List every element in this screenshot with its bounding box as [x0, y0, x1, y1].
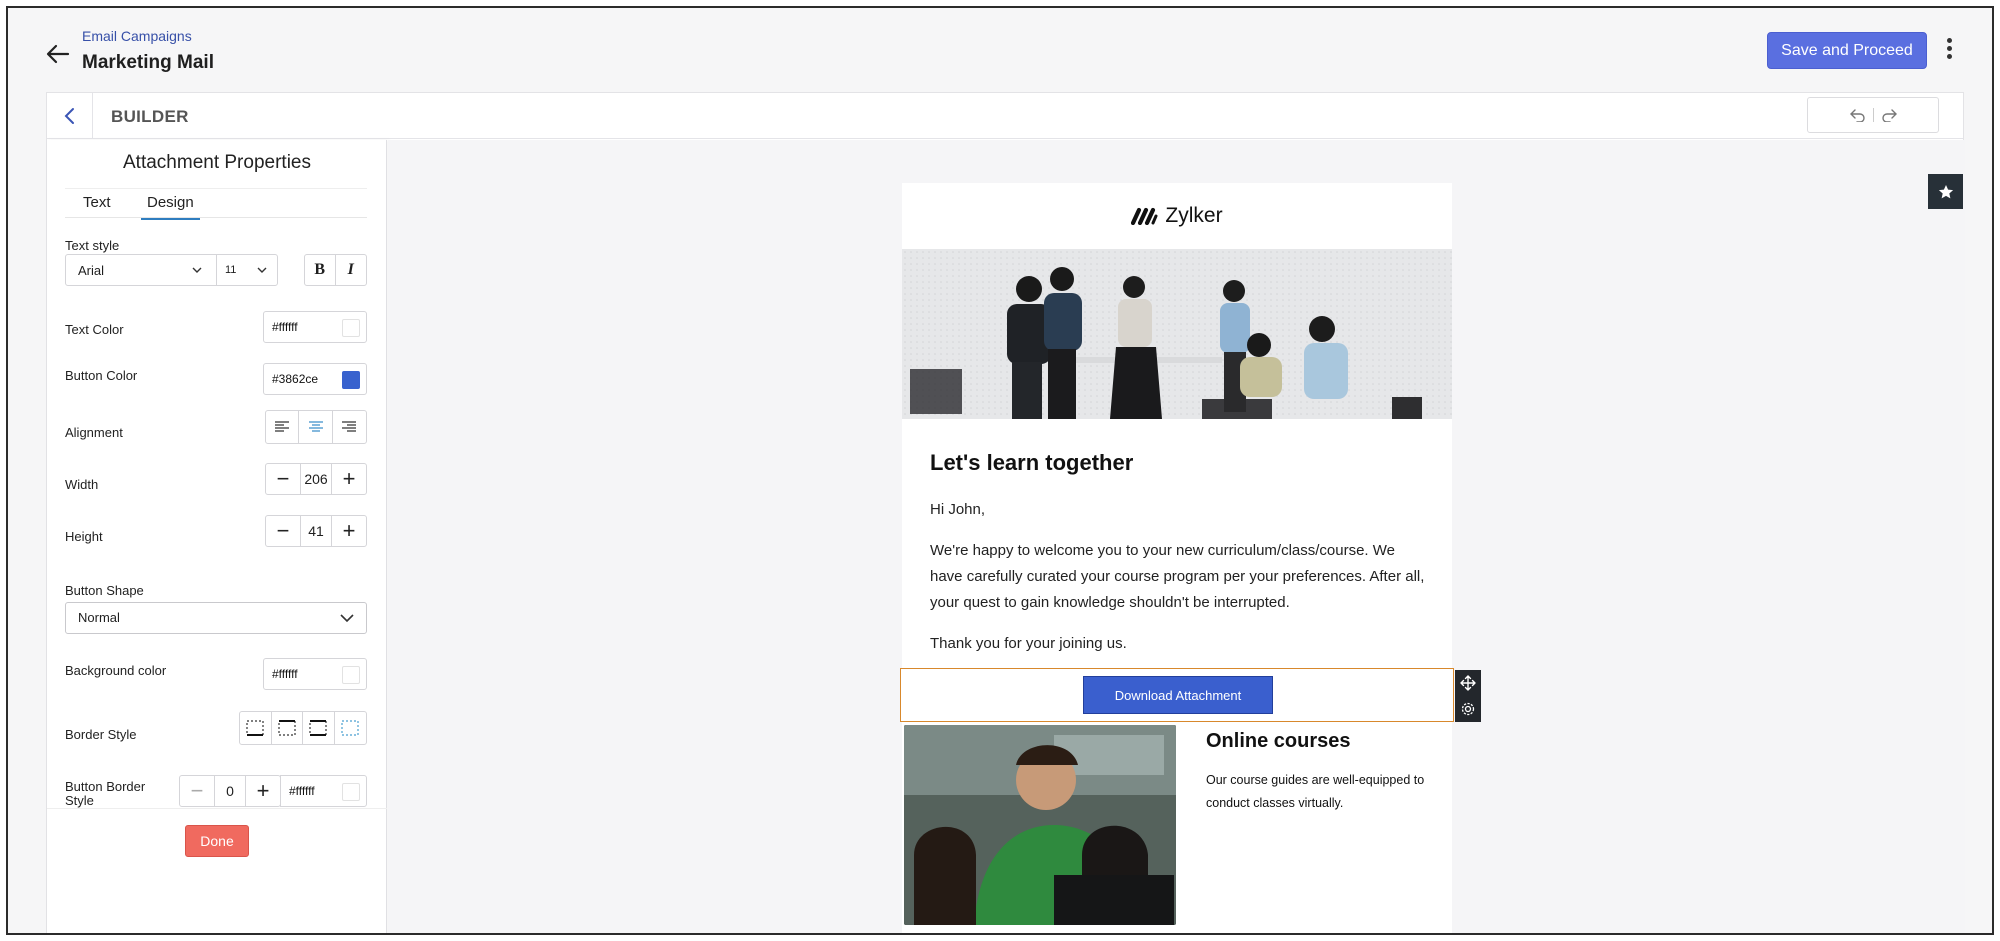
background-color-field[interactable]: #ffffff: [263, 658, 367, 690]
border-style-label: Border Style: [65, 727, 137, 742]
selected-button-block[interactable]: Download Attachment: [900, 668, 1454, 722]
height-label: Height: [65, 529, 103, 544]
tab-text[interactable]: Text: [83, 194, 111, 211]
chevron-down-icon: [192, 267, 202, 273]
border-color-swatch[interactable]: [342, 783, 360, 801]
more-options-icon[interactable]: [1941, 36, 1957, 66]
button-shape-label: Button Shape: [65, 583, 144, 598]
height-increment-button[interactable]: +: [332, 516, 366, 546]
width-increment-button[interactable]: +: [332, 464, 366, 494]
online-courses-image[interactable]: [904, 725, 1176, 925]
font-family-select[interactable]: Arial: [65, 254, 217, 286]
bold-button[interactable]: B: [305, 255, 336, 285]
alignment-group: [265, 410, 367, 444]
width-value[interactable]: 206: [300, 464, 332, 494]
undo-redo-group: [1807, 97, 1939, 133]
panel-title: Attachment Properties: [123, 152, 311, 173]
italic-button[interactable]: I: [336, 255, 366, 285]
gear-icon[interactable]: [1455, 696, 1481, 722]
chevron-left-icon: [64, 108, 74, 124]
divider: [47, 808, 387, 809]
page-title: Marketing Mail: [82, 52, 214, 73]
email-logo[interactable]: Zylker: [902, 183, 1452, 249]
font-size-select[interactable]: 11: [216, 254, 278, 286]
students-photo-image: [902, 249, 1452, 419]
border-top-solid-icon[interactable]: [272, 712, 303, 744]
border-none-icon[interactable]: [335, 712, 366, 744]
alignment-label: Alignment: [65, 425, 123, 440]
save-and-proceed-button[interactable]: Save and Proceed: [1767, 32, 1927, 69]
height-stepper: − 41 +: [265, 515, 367, 547]
download-attachment-button[interactable]: Download Attachment: [1083, 676, 1273, 714]
collapse-panel-button[interactable]: [47, 93, 93, 139]
border-increment-button[interactable]: +: [246, 776, 280, 806]
builder-title: BUILDER: [111, 107, 189, 126]
online-courses-title[interactable]: Online courses: [1206, 730, 1351, 753]
border-color-field[interactable]: #ffffff: [280, 775, 367, 807]
width-stepper: − 206 +: [265, 463, 367, 495]
properties-panel: Attachment Properties Text Design Text s…: [47, 140, 387, 933]
button-color-label: Button Color: [65, 368, 138, 383]
brand-name: Zylker: [1165, 204, 1223, 227]
width-label: Width: [65, 477, 99, 492]
border-bottom-solid-icon[interactable]: [240, 712, 272, 744]
button-color-field[interactable]: #3862ce: [263, 363, 367, 395]
text-format-group: B I: [304, 254, 367, 286]
border-style-group: [239, 711, 367, 745]
height-value[interactable]: 41: [300, 516, 332, 546]
align-center-icon[interactable]: [299, 411, 333, 443]
border-width-stepper: − 0 +: [179, 775, 281, 807]
email-body[interactable]: We're happy to welcome you to your new c…: [930, 538, 1430, 616]
email-thanks[interactable]: Thank you for your joining us.: [930, 631, 1430, 657]
back-arrow-icon[interactable]: [42, 38, 74, 70]
app-window: Email Campaigns Marketing Mail Save and …: [6, 6, 1994, 935]
undo-icon[interactable]: [1843, 101, 1873, 129]
width-decrement-button[interactable]: −: [266, 464, 300, 494]
border-top-bottom-icon[interactable]: [303, 712, 335, 744]
tab-design[interactable]: Design: [141, 194, 200, 220]
online-courses-text[interactable]: Our course guides are well-equipped to c…: [1206, 769, 1436, 815]
tutor-photo-image: [904, 725, 1176, 925]
redo-icon[interactable]: [1874, 101, 1904, 129]
panel-tabs: Text Design: [65, 188, 367, 220]
align-right-icon[interactable]: [333, 411, 366, 443]
top-header: Email Campaigns Marketing Mail Save and …: [8, 8, 1992, 92]
border-width-value[interactable]: 0: [214, 776, 246, 806]
text-style-label: Text style: [65, 238, 120, 253]
email-greeting[interactable]: Hi John,: [930, 497, 1430, 523]
height-decrement-button[interactable]: −: [266, 516, 300, 546]
text-color-field[interactable]: #ffffff: [263, 311, 367, 343]
chevron-down-icon: [257, 267, 267, 273]
hero-image[interactable]: [902, 249, 1452, 419]
zylker-logo-icon: [1131, 207, 1158, 225]
align-left-icon[interactable]: [266, 411, 300, 443]
email-heading[interactable]: Let's learn together: [930, 450, 1133, 476]
background-color-label: Background color: [65, 663, 167, 678]
star-icon[interactable]: [1928, 174, 1963, 209]
button-border-label: Button Border Style: [65, 779, 146, 808]
chevron-down-icon: [340, 614, 354, 623]
breadcrumb[interactable]: Email Campaigns: [82, 28, 192, 44]
border-decrement-button[interactable]: −: [180, 776, 214, 806]
move-icon[interactable]: [1455, 670, 1481, 696]
button-shape-select[interactable]: Normal: [65, 602, 367, 634]
text-color-label: Text Color: [65, 322, 124, 337]
done-button[interactable]: Done: [185, 825, 249, 857]
button-color-swatch[interactable]: [342, 371, 360, 389]
text-color-swatch[interactable]: [342, 319, 360, 337]
block-tools: [1455, 670, 1481, 722]
email-preview: Zylker Let's learn together Hi John, We'…: [902, 183, 1452, 933]
builder-toolbar: BUILDER: [47, 93, 1963, 139]
background-color-swatch[interactable]: [342, 666, 360, 684]
